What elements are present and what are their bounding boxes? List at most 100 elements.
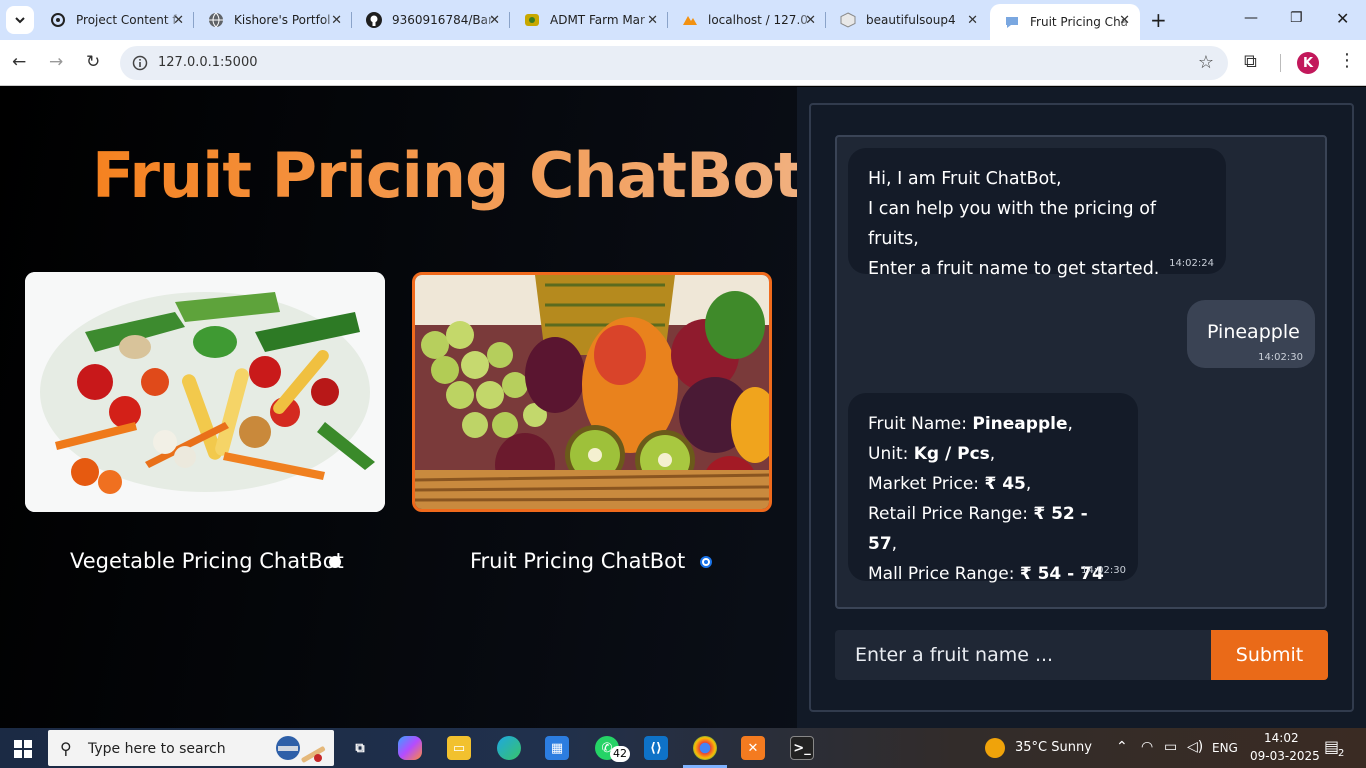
language-indicator[interactable]: ENG bbox=[1212, 741, 1238, 755]
omnibox[interactable]: 127.0.0.1:5000 ☆ bbox=[120, 46, 1228, 80]
address-bar-row: ← → ↻ 127.0.0.1:5000 ☆ bbox=[0, 40, 1366, 86]
whatsapp-badge: 42 bbox=[610, 746, 630, 762]
reload-icon[interactable]: ↻ bbox=[86, 52, 100, 72]
close-icon[interactable]: ✕ bbox=[647, 13, 658, 28]
browser-tab[interactable]: ADMT Farm Mar ✕ bbox=[510, 0, 668, 40]
browser-tab-bar: Project Content f ✕ Kishore's Portfol ✕ … bbox=[0, 0, 1366, 40]
tab-title: ADMT Farm Mar bbox=[550, 13, 645, 27]
toolbar-divider bbox=[1280, 54, 1281, 72]
wifi-icon[interactable]: ◠ bbox=[1141, 739, 1153, 755]
vegetable-image-card[interactable] bbox=[25, 272, 385, 512]
chat-icon bbox=[1004, 14, 1020, 30]
more-menu-icon[interactable]: ⋮ bbox=[1338, 50, 1356, 71]
message-time: 14:02:24 bbox=[1169, 258, 1214, 269]
extensions-icon[interactable]: ⧉ bbox=[1244, 51, 1257, 72]
close-icon[interactable]: ✕ bbox=[1119, 13, 1130, 28]
copilot-icon[interactable] bbox=[398, 736, 422, 760]
user-message: Pineapple 14:02:30 bbox=[1187, 300, 1315, 368]
message-text: Pineapple bbox=[1207, 321, 1300, 343]
phpmyadmin-icon bbox=[682, 12, 698, 28]
volume-icon[interactable]: ◁) bbox=[1187, 739, 1203, 755]
fruit-name-field: Fruit Name: Pineapple, bbox=[868, 414, 1073, 434]
fruit-chatbot-radio[interactable] bbox=[700, 556, 712, 568]
clock-time[interactable]: 14:02 bbox=[1264, 731, 1299, 745]
file-explorer-icon[interactable]: ▭ bbox=[447, 736, 471, 760]
bot-message: Hi, I am Fruit ChatBot, I can help you w… bbox=[848, 148, 1226, 279]
vscode-icon[interactable]: ⟨⟩ bbox=[644, 736, 668, 760]
page-title: Fruit Pricing ChatBot bbox=[92, 139, 804, 212]
close-icon[interactable]: ✕ bbox=[173, 13, 184, 28]
new-tab-button[interactable]: + bbox=[1150, 8, 1167, 32]
submit-button[interactable]: Submit bbox=[1211, 630, 1328, 680]
fruit-image-card[interactable] bbox=[412, 272, 772, 512]
vegetable-chatbot-radio[interactable] bbox=[329, 556, 341, 568]
terminal-icon[interactable]: >_ bbox=[790, 736, 814, 760]
selection-panel: Fruit Pricing ChatBot Vegetable Pricing … bbox=[0, 87, 804, 728]
sun-icon bbox=[985, 738, 1005, 758]
task-view-icon[interactable]: ⧉ bbox=[348, 736, 372, 760]
xampp-icon[interactable]: ✕ bbox=[741, 736, 765, 760]
tab-title: Project Content f bbox=[76, 13, 177, 27]
package-icon bbox=[840, 12, 856, 28]
globe-icon bbox=[208, 12, 224, 28]
github-icon bbox=[366, 12, 382, 28]
fruit-chatbot-label[interactable]: Fruit Pricing ChatBot bbox=[470, 549, 685, 573]
vegetable-chatbot-label[interactable]: Vegetable Pricing ChatBot bbox=[70, 549, 344, 573]
microsoft-store-icon[interactable]: ▦ bbox=[545, 736, 569, 760]
battery-icon[interactable]: ▭ bbox=[1164, 739, 1177, 755]
tab-title: Kishore's Portfol bbox=[234, 13, 331, 27]
clock-date[interactable]: 09-03-2025 bbox=[1250, 749, 1320, 763]
close-icon[interactable]: ✕ bbox=[967, 13, 978, 28]
tab-title: beautifulsoup4 bbox=[866, 13, 956, 27]
search-icon: ⚲ bbox=[60, 739, 72, 758]
chat-input-row: Submit bbox=[835, 630, 1328, 680]
unit-field: Unit: Kg / Pcs, bbox=[868, 444, 996, 464]
message-time: 14:02:30 bbox=[1081, 565, 1126, 576]
tab-search-button[interactable] bbox=[6, 6, 34, 34]
farm-icon bbox=[524, 12, 540, 28]
forward-arrow-icon[interactable]: → bbox=[49, 52, 63, 72]
browser-tab-active[interactable]: Fruit Pricing Cha ✕ bbox=[990, 4, 1140, 40]
close-icon[interactable]: ✕ bbox=[331, 13, 342, 28]
chevron-down-icon bbox=[15, 17, 25, 24]
chat-panel: Hi, I am Fruit ChatBot, I can help you w… bbox=[797, 87, 1366, 728]
chat-messages[interactable]: Hi, I am Fruit ChatBot, I can help you w… bbox=[835, 135, 1327, 609]
browser-tab[interactable]: Project Content f ✕ bbox=[36, 0, 194, 40]
fruit-name-input[interactable] bbox=[835, 630, 1211, 680]
restore-icon[interactable]: ❐ bbox=[1290, 10, 1303, 26]
browser-tab[interactable]: 9360916784/Bar ✕ bbox=[352, 0, 510, 40]
profile-avatar[interactable]: K bbox=[1297, 52, 1319, 74]
tab-title: 9360916784/Bar bbox=[392, 13, 493, 27]
chrome-icon[interactable] bbox=[693, 736, 717, 760]
notification-count: 2 bbox=[1338, 748, 1345, 759]
windows-taskbar: ⚲ Type here to search ⧉ ▭ ▦ ✆ ⟨⟩ ✕ >_ bbox=[0, 728, 1366, 768]
close-icon[interactable]: ✕ bbox=[489, 13, 500, 28]
back-arrow-icon[interactable]: ← bbox=[12, 52, 26, 72]
url-text[interactable]: 127.0.0.1:5000 bbox=[158, 55, 258, 70]
browser-tab[interactable]: beautifulsoup4 ✕ bbox=[826, 0, 988, 40]
vegetables-image bbox=[25, 272, 385, 512]
market-price-field: Market Price: ₹ 45, bbox=[868, 474, 1032, 494]
minimize-icon[interactable]: — bbox=[1244, 10, 1258, 26]
cricket-illustration-icon bbox=[276, 736, 326, 763]
close-icon[interactable]: ✕ bbox=[805, 13, 816, 28]
message-time: 14:02:30 bbox=[1258, 352, 1303, 363]
browser-tab[interactable]: Kishore's Portfol ✕ bbox=[194, 0, 352, 40]
weather-text[interactable]: 35°C Sunny bbox=[1015, 740, 1092, 755]
edge-icon[interactable] bbox=[497, 736, 521, 760]
site-info-icon[interactable] bbox=[132, 55, 148, 71]
fruits-image bbox=[415, 275, 769, 509]
close-window-icon[interactable]: ✕ bbox=[1336, 9, 1349, 28]
windows-start-icon[interactable] bbox=[14, 740, 32, 758]
message-line: I can help you with the pricing of fruit… bbox=[868, 199, 1157, 249]
retail-price-field: Retail Price Range: ₹ 52 - 57, bbox=[868, 504, 1088, 554]
search-placeholder: Type here to search bbox=[88, 741, 226, 757]
message-line: Enter a fruit name to get started. bbox=[868, 259, 1160, 279]
browser-tab[interactable]: localhost / 127.0 ✕ bbox=[668, 0, 826, 40]
notifications-icon[interactable]: ▤ bbox=[1324, 737, 1339, 756]
chevron-up-icon[interactable]: ⌃ bbox=[1116, 739, 1128, 755]
taskbar-search[interactable]: ⚲ Type here to search bbox=[48, 730, 334, 766]
message-line: Hi, I am Fruit ChatBot, bbox=[868, 169, 1062, 189]
bookmark-star-icon[interactable]: ☆ bbox=[1198, 52, 1214, 73]
openai-icon bbox=[50, 12, 66, 28]
